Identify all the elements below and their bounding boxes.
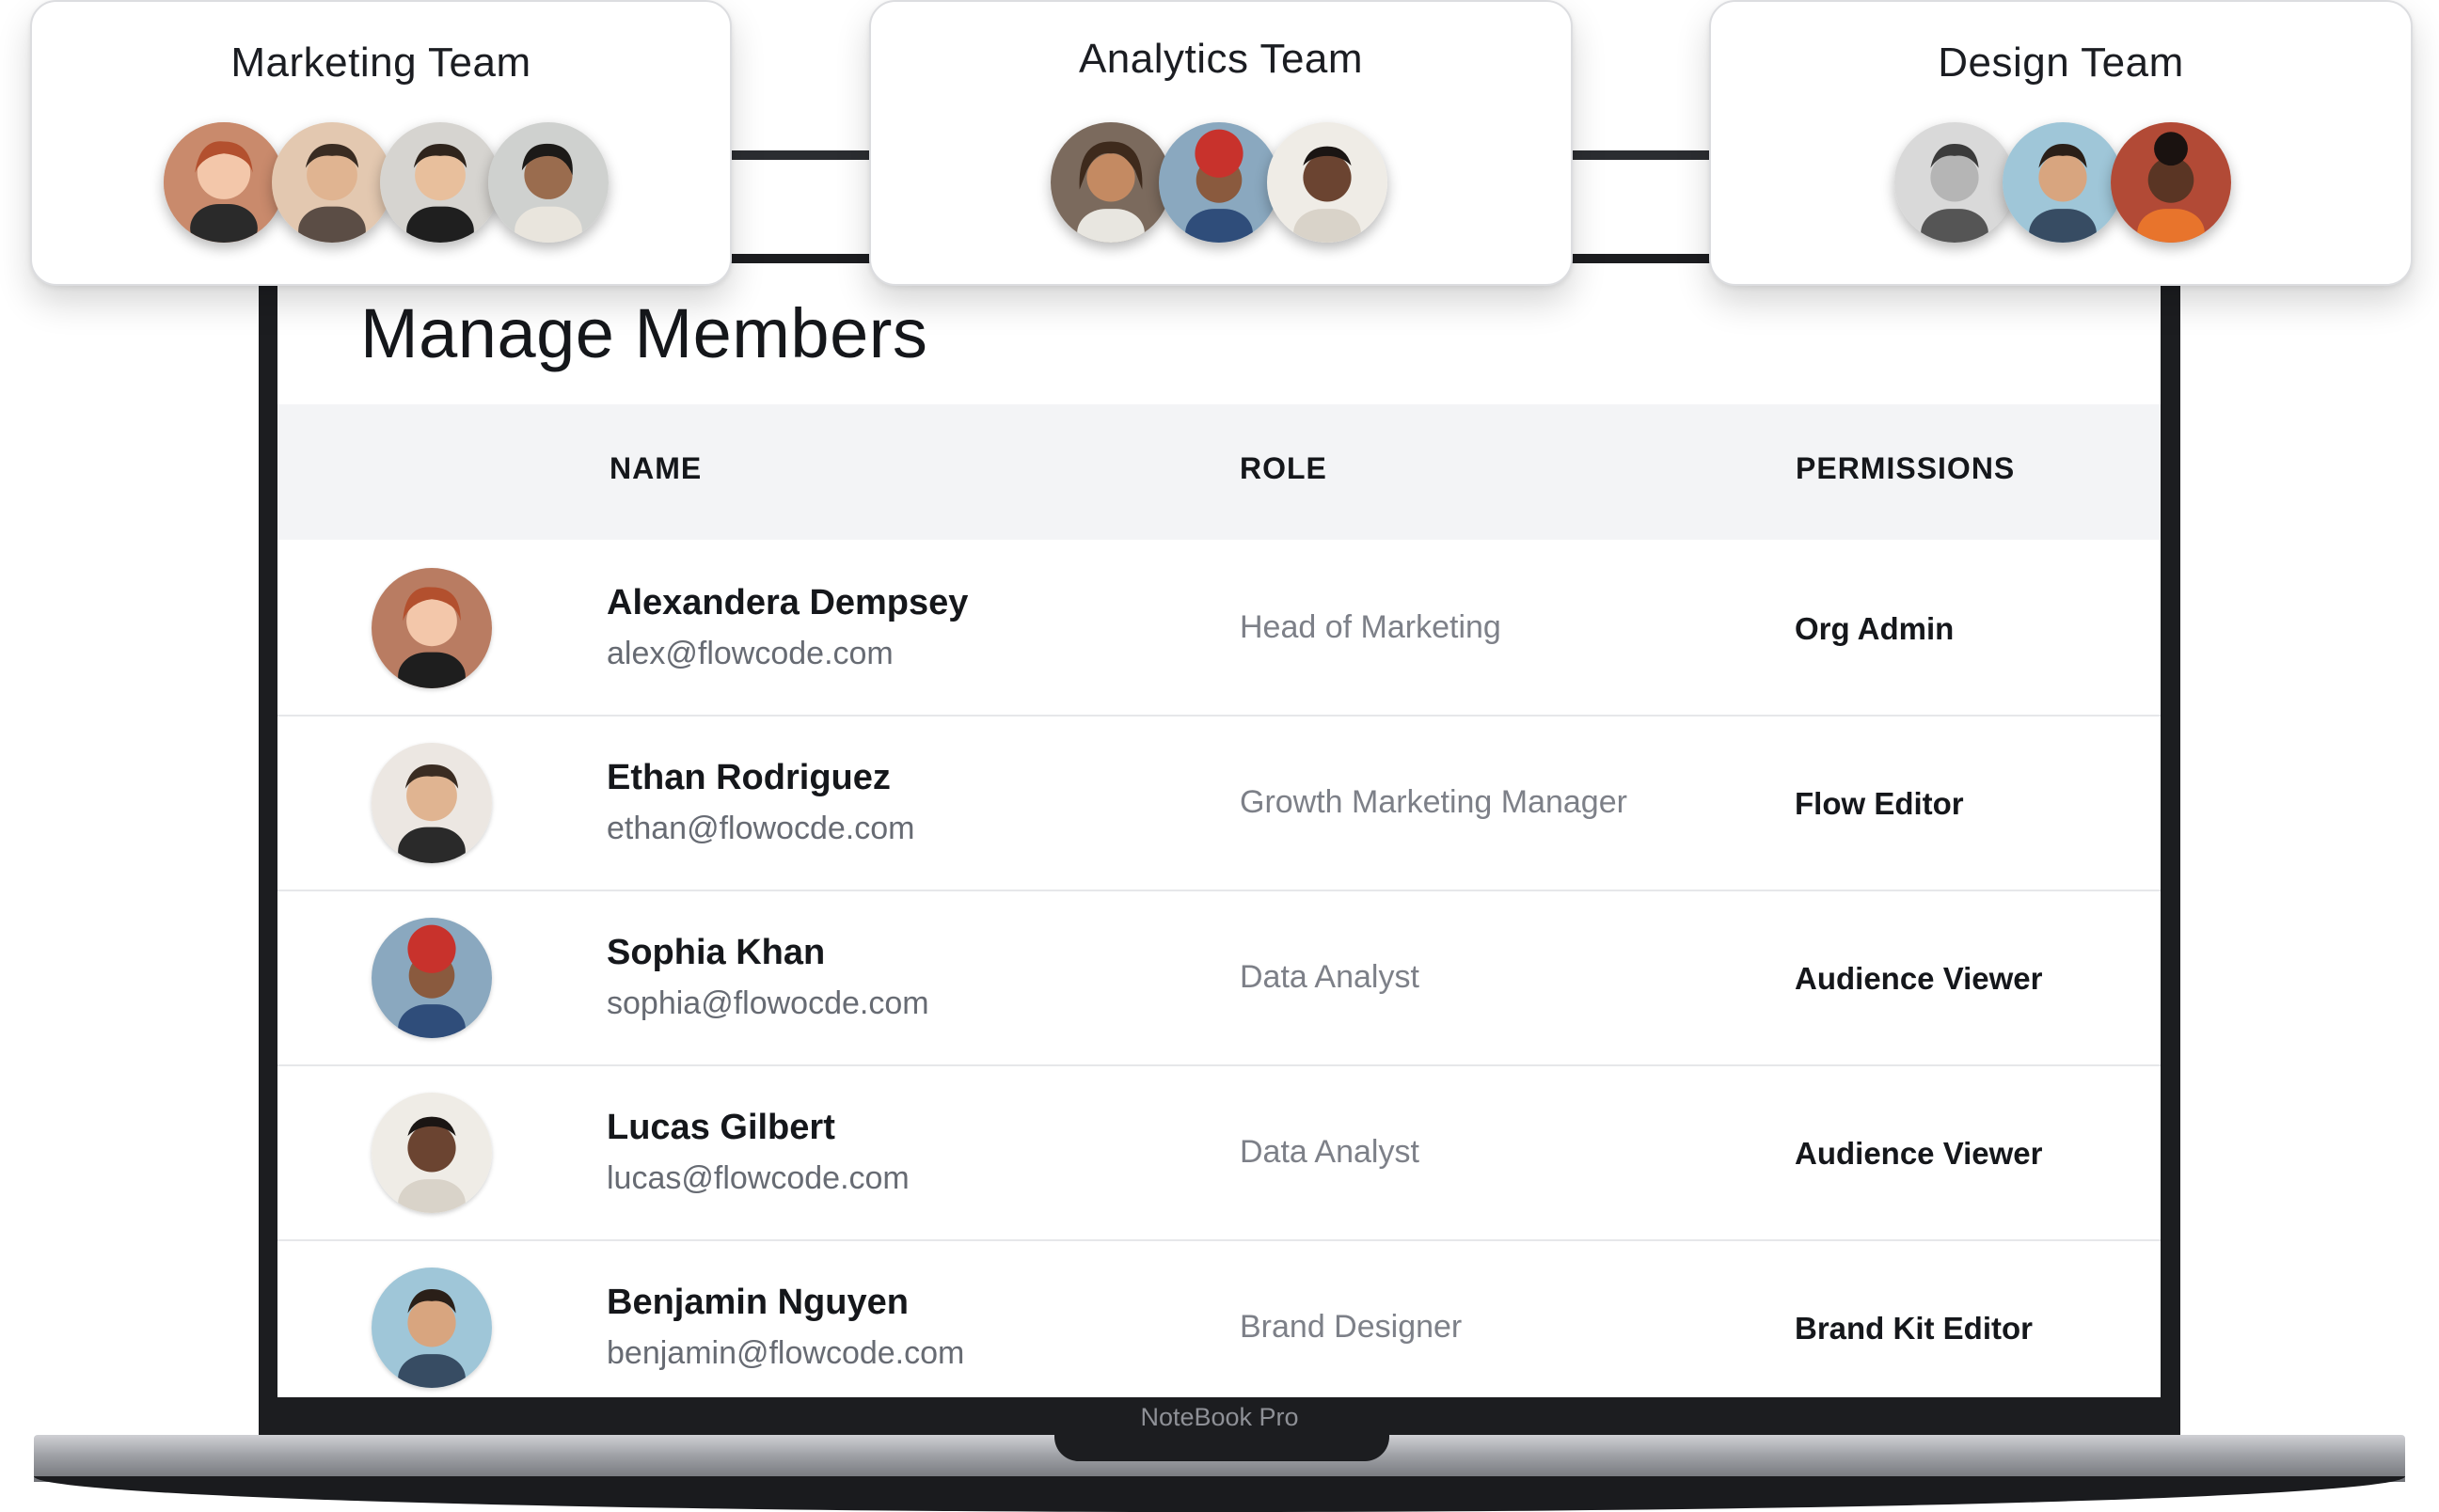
person-avatar-icon [488, 122, 609, 243]
person-avatar-icon [2111, 122, 2231, 243]
team-title: Marketing Team [230, 39, 531, 86]
person-avatar-icon [1267, 122, 1387, 243]
member-email: lucas@flowcode.com [607, 1160, 910, 1196]
member-name: Benjamin Nguyen [607, 1283, 909, 1322]
app-screen: Manage Members NAME ROLE PERMISSIONS Ale… [277, 263, 2161, 1397]
person-avatar-icon [372, 1093, 492, 1213]
team-title: Analytics Team [1078, 36, 1364, 82]
person-avatar-icon [380, 122, 500, 243]
laptop-foot [34, 1476, 2405, 1512]
device-label: NoteBook Pro [1140, 1403, 1299, 1431]
person-avatar-icon [2003, 122, 2123, 243]
member-role: Growth Marketing Manager [1240, 784, 1627, 820]
team-card-analytics[interactable]: Analytics Team [869, 0, 1573, 286]
person-avatar-icon [372, 918, 492, 1038]
team-avatars [32, 122, 730, 244]
column-header-role[interactable]: ROLE [1240, 451, 1327, 486]
table-row[interactable]: Lucas Gilbert lucas@flowcode.com Data An… [277, 1066, 2161, 1241]
member-name: Alexandera Dempsey [607, 583, 969, 622]
member-permission[interactable]: Flow Editor [1795, 786, 1964, 822]
page-title: Manage Members [360, 294, 928, 372]
member-permission[interactable]: Audience Viewer [1795, 961, 2043, 997]
member-email: ethan@flowocde.com [607, 811, 915, 846]
member-role: Data Analyst [1240, 959, 1419, 995]
person-avatar-icon [372, 1268, 492, 1388]
member-role: Data Analyst [1240, 1134, 1419, 1170]
member-permission[interactable]: Audience Viewer [1795, 1136, 2043, 1172]
table-row[interactable]: Benjamin Nguyen benjamin@flowcode.com Br… [277, 1241, 2161, 1397]
column-header-name[interactable]: NAME [610, 451, 702, 486]
laptop-notch [1054, 1431, 1389, 1461]
person-avatar-icon [164, 122, 284, 243]
team-card-design[interactable]: Design Team [1709, 0, 2413, 286]
team-card-marketing[interactable]: Marketing Team [30, 0, 732, 286]
member-permission[interactable]: Brand Kit Editor [1795, 1311, 2033, 1347]
team-connector-2 [1569, 150, 1710, 160]
member-role: Brand Designer [1240, 1309, 1463, 1345]
person-avatar-icon [272, 122, 392, 243]
person-avatar-icon [1051, 122, 1171, 243]
member-role: Head of Marketing [1240, 609, 1501, 645]
member-permission[interactable]: Org Admin [1795, 611, 1954, 647]
person-avatar-icon [1159, 122, 1279, 243]
team-title: Design Team [1938, 39, 2184, 86]
team-avatars [1711, 122, 2411, 244]
person-avatar-icon [372, 568, 492, 688]
table-row[interactable]: Alexandera Dempsey alex@flowcode.com Hea… [277, 542, 2161, 717]
member-name: Ethan Rodriguez [607, 758, 891, 797]
member-email: sophia@flowocde.com [607, 985, 929, 1021]
person-avatar-icon [372, 743, 492, 863]
table-row[interactable]: Sophia Khan sophia@flowocde.com Data Ana… [277, 891, 2161, 1066]
person-avatar-icon [1894, 122, 2015, 243]
member-email: benjamin@flowcode.com [607, 1335, 965, 1371]
column-header-permissions[interactable]: PERMISSIONS [1796, 451, 2015, 486]
table-row[interactable]: Ethan Rodriguez ethan@flowocde.com Growt… [277, 717, 2161, 891]
team-avatars [871, 122, 1571, 244]
member-name: Lucas Gilbert [607, 1108, 835, 1147]
table-header: NAME ROLE PERMISSIONS [277, 404, 2161, 540]
member-email: alex@flowcode.com [607, 636, 894, 671]
team-connector-1 [729, 150, 870, 160]
member-name: Sophia Khan [607, 933, 826, 972]
